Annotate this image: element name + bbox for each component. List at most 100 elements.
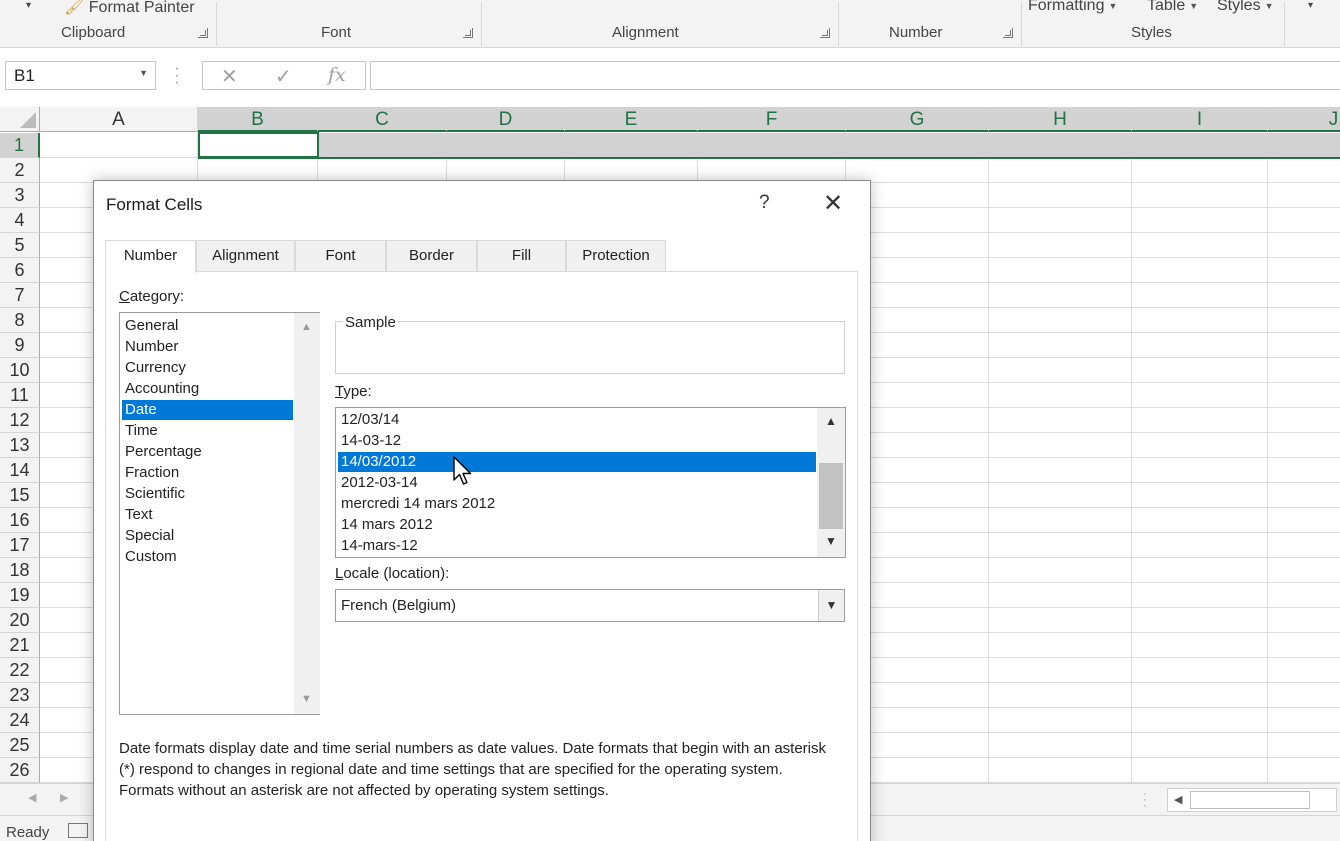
name-box[interactable]: B1 ▼ (5, 61, 156, 90)
type-item[interactable]: 14-03-12 (338, 431, 816, 451)
horizontal-scrollbar[interactable]: ◀ (1167, 788, 1337, 812)
category-item[interactable]: Custom (122, 547, 293, 567)
row-header-6[interactable]: 6 (0, 258, 40, 283)
formula-input[interactable] (370, 61, 1340, 90)
category-item[interactable]: Time (122, 421, 293, 441)
scroll-up-icon[interactable]: ▲ (825, 414, 837, 428)
chevron-down-icon[interactable]: ▼ (818, 590, 844, 621)
row-header-2[interactable]: 2 (0, 158, 40, 183)
format-painter-button[interactable]: 🖌 Format Painter (64, 0, 195, 17)
column-header-j[interactable]: J (1268, 107, 1340, 132)
scroll-up-icon[interactable]: ▲ (301, 321, 312, 333)
format-as-table-button[interactable]: Table ▼ (1147, 0, 1198, 15)
drag-handle-icon[interactable]: · · · (1143, 789, 1147, 812)
font-launcher-icon[interactable] (463, 28, 473, 38)
tab-border[interactable]: Border (386, 240, 477, 271)
row-header-8[interactable]: 8 (0, 308, 40, 333)
column-header-g[interactable]: G (846, 107, 989, 132)
type-item[interactable]: 2012-03-14 (338, 473, 816, 493)
insert-function-icon[interactable]: fx (328, 64, 346, 86)
conditional-formatting-button[interactable]: Formatting ▼ (1028, 0, 1117, 15)
prev-sheet-icon[interactable]: ◀ (28, 791, 36, 804)
row-header-24[interactable]: 24 (0, 708, 40, 733)
type-scrollbar[interactable]: ▲ ▼ (817, 408, 845, 557)
tab-alignment[interactable]: Alignment (196, 240, 295, 271)
chevron-down-icon[interactable]: ▼ (139, 68, 148, 78)
column-header-e[interactable]: E (565, 107, 698, 132)
row-header-21[interactable]: 21 (0, 633, 40, 658)
cell-styles-button[interactable]: Styles ▼ (1217, 0, 1274, 15)
scroll-left-icon[interactable]: ◀ (1174, 793, 1182, 806)
cancel-icon[interactable]: ✕ (221, 64, 238, 89)
number-launcher-icon[interactable] (1003, 28, 1013, 38)
tab-font[interactable]: Font (295, 240, 386, 271)
row-header-25[interactable]: 25 (0, 733, 40, 758)
column-header-b[interactable]: B (198, 107, 318, 132)
row-header-17[interactable]: 17 (0, 533, 40, 558)
category-item[interactable]: General (122, 316, 293, 336)
row-header-4[interactable]: 4 (0, 208, 40, 233)
ribbon-more-icon[interactable]: ▾ (1308, 0, 1313, 11)
row-header-1[interactable]: 1 (0, 133, 40, 158)
scrollbar-thumb[interactable] (819, 463, 843, 529)
type-item[interactable]: 14-mars-12 (338, 536, 816, 556)
tab-number[interactable]: Number (105, 240, 196, 273)
active-cell-b1[interactable] (198, 132, 319, 158)
column-header-f[interactable]: F (698, 107, 846, 132)
row-header-10[interactable]: 10 (0, 358, 40, 383)
alignment-launcher-icon[interactable] (820, 28, 830, 38)
column-header-d[interactable]: D (447, 107, 565, 132)
type-item[interactable]: 12/03/14 (338, 410, 816, 430)
category-item[interactable]: Date (122, 400, 293, 420)
row-header-14[interactable]: 14 (0, 458, 40, 483)
macro-record-icon[interactable] (68, 823, 88, 838)
row-header-12[interactable]: 12 (0, 408, 40, 433)
category-item[interactable]: Special (122, 526, 293, 546)
row-header-26[interactable]: 26 (0, 758, 40, 783)
category-item[interactable]: Scientific (122, 484, 293, 504)
row-header-9[interactable]: 9 (0, 333, 40, 358)
category-item[interactable]: Text (122, 505, 293, 525)
help-icon[interactable]: ? (759, 192, 770, 214)
row-header-11[interactable]: 11 (0, 383, 40, 408)
scroll-down-icon[interactable]: ▼ (301, 693, 312, 705)
category-scrollbar[interactable]: ▲ ▼ (294, 313, 320, 714)
category-item[interactable]: Fraction (122, 463, 293, 483)
scrollbar-thumb[interactable] (1190, 791, 1310, 809)
next-sheet-icon[interactable]: ▶ (60, 791, 68, 804)
column-header-i[interactable]: I (1132, 107, 1268, 132)
column-header-h[interactable]: H (989, 107, 1132, 132)
category-list[interactable]: General Number Currency Accounting Date Time P… (119, 312, 320, 715)
close-icon[interactable]: ✕ (823, 189, 843, 218)
row-header-19[interactable]: 19 (0, 583, 40, 608)
drag-handle-icon[interactable]: · · · (174, 61, 180, 91)
row-header-20[interactable]: 20 (0, 608, 40, 633)
tab-fill[interactable]: Fill (477, 240, 566, 271)
category-item[interactable]: Number (122, 337, 293, 357)
category-item[interactable]: Currency (122, 358, 293, 378)
row-header-22[interactable]: 22 (0, 658, 40, 683)
locale-select[interactable]: French (Belgium) ▼ (335, 589, 845, 622)
category-item[interactable]: Percentage (122, 442, 293, 462)
row-header-15[interactable]: 15 (0, 483, 40, 508)
row-header-13[interactable]: 13 (0, 433, 40, 458)
type-item[interactable]: mercredi 14 mars 2012 (338, 494, 816, 514)
select-all-button[interactable] (0, 107, 40, 132)
clipboard-launcher-icon[interactable] (198, 28, 208, 38)
tab-protection[interactable]: Protection (566, 240, 666, 271)
column-header-a[interactable]: A (40, 107, 198, 132)
type-list[interactable]: 12/03/14 14-03-12 14/03/2012 2012-03-14 merc… (335, 407, 846, 558)
row-header-3[interactable]: 3 (0, 183, 40, 208)
clipboard-dropdown-icon[interactable]: ▾ (26, 0, 31, 11)
category-item[interactable]: Accounting (122, 379, 293, 399)
row-header-7[interactable]: 7 (0, 283, 40, 308)
row-header-5[interactable]: 5 (0, 233, 40, 258)
row-header-16[interactable]: 16 (0, 508, 40, 533)
enter-icon[interactable]: ✓ (275, 64, 292, 89)
type-item[interactable]: 14/03/2012 (338, 452, 816, 472)
row-header-23[interactable]: 23 (0, 683, 40, 708)
type-item[interactable]: 14 mars 2012 (338, 515, 816, 535)
column-header-c[interactable]: C (318, 107, 447, 132)
row-header-18[interactable]: 18 (0, 558, 40, 583)
scroll-down-icon[interactable]: ▼ (825, 534, 837, 548)
